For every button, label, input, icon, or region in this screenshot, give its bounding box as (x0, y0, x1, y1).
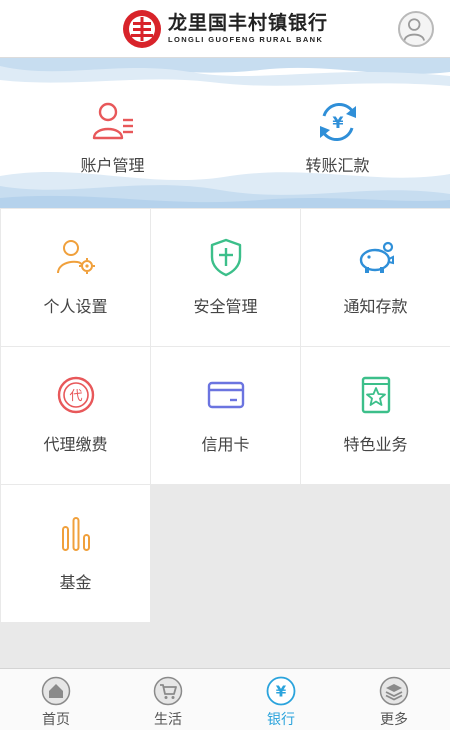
credit-card-icon (207, 381, 244, 409)
security-management-button[interactable]: 安全管理 (151, 209, 300, 346)
featured-service-label: 特色业务 (343, 435, 408, 454)
fund-label: 基金 (59, 573, 92, 592)
tab-more[interactable]: 更多 (338, 669, 450, 730)
svg-text:¥: ¥ (276, 683, 287, 701)
featured-service-button[interactable]: 特色业务 (301, 347, 450, 484)
tab-bank-label: 银行 (267, 712, 295, 728)
bank-logo: 龙里国丰村镇银行 LONGLI GUOFENG RURAL BANK (122, 8, 328, 50)
tab-bank[interactable]: ¥ 银行 (225, 669, 337, 730)
piggy-bank-icon (359, 241, 394, 273)
tab-more-label: 更多 (380, 712, 408, 728)
account-management-button[interactable]: 账户管理 (0, 58, 225, 208)
security-management-label: 安全管理 (193, 297, 258, 316)
notice-deposit-label: 通知存款 (343, 297, 408, 316)
svg-text:¥: ¥ (332, 113, 343, 132)
account-management-icon (92, 102, 133, 140)
banner: 账户管理 ¥ 转账汇款 (0, 58, 450, 208)
tab-home-label: 首页 (42, 712, 70, 728)
bank-name-en: LONGLI GUOFENG RURAL BANK (168, 35, 324, 44)
transfer-icon: ¥ (319, 103, 356, 141)
credit-card-button[interactable]: 信用卡 (151, 347, 300, 484)
person-settings-icon (56, 240, 95, 274)
fund-button[interactable]: 基金 (1, 485, 150, 622)
shield-icon (210, 238, 241, 277)
yuan-icon: ¥ (266, 676, 296, 706)
transfer-label: 转账汇款 (305, 156, 370, 175)
agency-payment-button[interactable]: 代 代理缴费 (1, 347, 150, 484)
account-management-label: 账户管理 (80, 156, 145, 175)
bank-logo-icon (123, 10, 161, 48)
fund-chart-icon (61, 517, 90, 551)
tab-life[interactable]: 生活 (112, 669, 224, 730)
tab-home[interactable]: 首页 (0, 669, 112, 730)
shopping-cart-icon (153, 676, 183, 706)
user-avatar-button[interactable] (398, 11, 434, 47)
notice-deposit-button[interactable]: 通知存款 (301, 209, 450, 346)
tab-life-label: 生活 (154, 712, 182, 728)
agency-payment-label: 代理缴费 (43, 435, 108, 454)
credit-card-label: 信用卡 (201, 435, 250, 454)
agency-payment-icon: 代 (57, 376, 94, 414)
bank-name-cn: 龙里国丰村镇银行 (168, 12, 329, 34)
home-icon (41, 676, 71, 706)
bottom-tab-bar: 首页 生活 ¥ 银行 更多 (0, 668, 450, 730)
transfer-button[interactable]: ¥ 转账汇款 (225, 58, 450, 208)
user-avatar-icon (403, 18, 425, 41)
app-header: 龙里国丰村镇银行 LONGLI GUOFENG RURAL BANK (0, 0, 450, 58)
layers-icon (379, 676, 409, 706)
agency-badge-text: 代 (69, 389, 82, 404)
featured-service-icon (361, 376, 390, 414)
personal-settings-button[interactable]: 个人设置 (1, 209, 150, 346)
personal-settings-label: 个人设置 (43, 297, 108, 316)
